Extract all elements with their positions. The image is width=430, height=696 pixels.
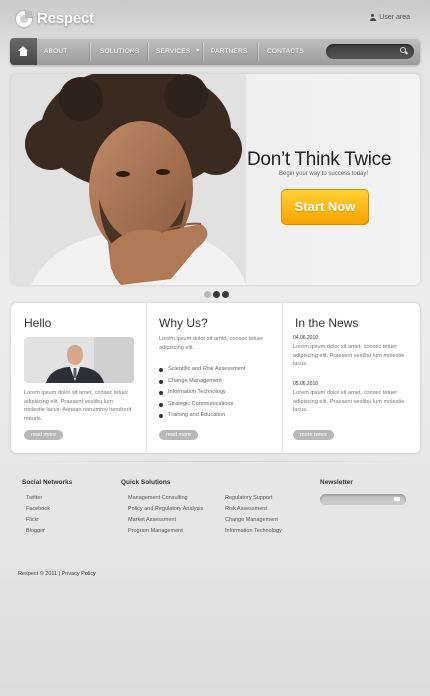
hero-title: Don’t Think Twice — [247, 149, 392, 170]
solution-link[interactable]: Information Technology — [225, 528, 282, 534]
logo[interactable]: Respect — [16, 10, 94, 27]
start-now-button[interactable]: Start Now — [281, 189, 369, 225]
search-icon[interactable] — [400, 47, 406, 53]
news-date: 04.06.2010 — [293, 335, 319, 341]
nav-item-services[interactable]: SERVICES ▼ — [156, 38, 201, 65]
copyright: Respect © 2011 | Privacy Policy — [18, 571, 96, 577]
list-item: Strategic Communications — [159, 399, 245, 411]
why-us-list: Scientific and Risk Assessment Change Ma… — [159, 364, 245, 422]
main-nav: ABOUT SOLUTIONS SERVICES ▼ PARTNERS CONTA… — [10, 38, 420, 65]
home-button[interactable] — [10, 38, 37, 65]
list-item: Training and Education — [159, 410, 245, 422]
social-link-twitter[interactable]: Twitter — [26, 495, 42, 501]
nav-divider — [90, 42, 91, 61]
logo-icon — [16, 10, 32, 27]
nav-divider — [148, 42, 149, 61]
hello-text: Lorem ipsum dolor sit amet, consec tetue… — [24, 390, 132, 422]
social-link-blogger[interactable]: Blogger — [26, 528, 45, 534]
hello-title: Hello — [24, 316, 52, 330]
social-networks-heading: Social Networks — [22, 479, 73, 486]
solution-link[interactable]: Change Management — [225, 517, 278, 523]
nav-divider — [203, 42, 204, 61]
businessman-photo — [24, 337, 134, 383]
news-date: 05.06.2010 — [293, 381, 319, 387]
footer-divider — [11, 461, 420, 462]
slider-pagination — [204, 291, 229, 298]
search-input[interactable] — [326, 44, 414, 59]
column-divider — [146, 303, 147, 453]
why-us-read-more-button[interactable]: read more — [159, 430, 199, 440]
slider-dot-active[interactable] — [213, 291, 220, 298]
slider-dot[interactable] — [222, 291, 229, 298]
user-area-link[interactable]: User area — [369, 14, 410, 21]
chevron-down-icon: ▼ — [195, 48, 201, 54]
column-divider — [282, 303, 283, 453]
nav-item-contacts[interactable]: CONTACTS — [267, 38, 304, 65]
nav-item-solutions[interactable]: SOLUTIONS — [100, 38, 139, 65]
news-text: Lorem ipsum dolor sit amet, consec tetue… — [293, 344, 405, 367]
solution-link[interactable]: Risk Assessment — [225, 506, 267, 512]
user-icon — [369, 14, 376, 21]
news-text: Lorem ipsum dolor sit amet, consec tetue… — [293, 390, 405, 413]
newsletter-heading: Newsletter — [320, 479, 353, 486]
home-icon — [18, 46, 29, 56]
list-item: Scientific and Risk Assessment — [159, 364, 245, 376]
solution-link[interactable]: Program Management — [128, 528, 183, 534]
more-news-button[interactable]: more news — [293, 430, 334, 440]
solution-link[interactable]: Regulatory Support — [225, 495, 272, 501]
user-area-label: User area — [379, 14, 410, 21]
solution-link[interactable]: Market Assessment — [128, 517, 176, 523]
hello-read-more-button[interactable]: read more — [24, 430, 64, 440]
list-item: Information Technology — [159, 387, 245, 399]
why-us-title: Why Us? — [159, 316, 208, 330]
nav-item-about[interactable]: ABOUT — [44, 38, 67, 65]
why-us-intro: Lorem ipsum dolor sit amet, consec tetue… — [159, 336, 264, 351]
social-link-facebook[interactable]: Facebook — [26, 506, 50, 512]
content-panels: Hello Lorem ipsum dolor sit amet, consec… — [11, 303, 420, 453]
slider-dot[interactable] — [204, 291, 211, 298]
nav-item-services-label: SERVICES — [156, 48, 191, 55]
news-title: In the News — [295, 316, 359, 330]
newsletter-email-input[interactable] — [320, 494, 406, 505]
logo-text: Respect — [37, 10, 94, 27]
envelope-icon[interactable] — [394, 497, 400, 501]
hero-subtitle: Begin your way to success today! — [279, 171, 369, 177]
list-item: Change Management — [159, 376, 245, 388]
solution-link[interactable]: Management Consulting — [128, 495, 188, 501]
hero-slider: Don’t Think Twice Begin your way to succ… — [11, 74, 420, 285]
header: Respect User area — [0, 0, 430, 38]
nav-divider — [258, 42, 259, 61]
hero-portrait-image — [11, 74, 246, 285]
solution-link[interactable]: Policy and Regulatory Analysis — [128, 506, 203, 512]
social-link-flickr[interactable]: Flickr — [26, 517, 39, 523]
quick-solutions-heading: Quick Solutions — [121, 479, 171, 486]
nav-item-partners[interactable]: PARTNERS — [211, 38, 247, 65]
